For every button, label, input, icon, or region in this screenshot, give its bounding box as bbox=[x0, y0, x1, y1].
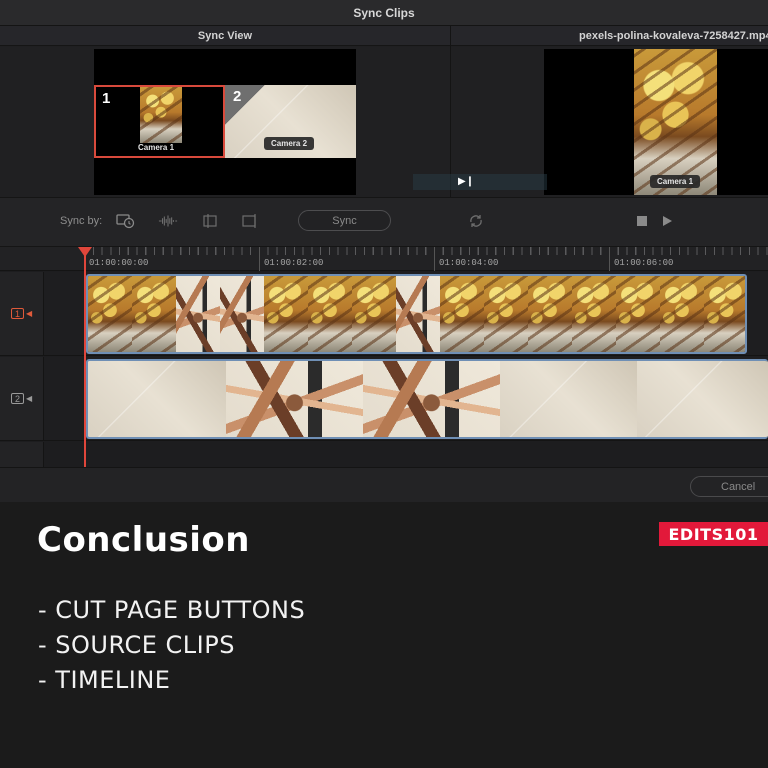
preview-camera-label: Camera 1 bbox=[650, 175, 701, 188]
play-icon[interactable] bbox=[657, 212, 677, 230]
track-1-number: 1 bbox=[11, 308, 24, 319]
angle-2-number: 2 bbox=[233, 88, 242, 105]
bullet-item: - TIMELINE bbox=[38, 666, 171, 694]
timecode-label: 01:00:06:00 bbox=[614, 258, 674, 268]
waveform-sync-icon[interactable] bbox=[158, 212, 178, 230]
bullet-item: - CUT PAGE BUTTONS bbox=[38, 596, 306, 624]
brand-logo: EDITS101 bbox=[659, 522, 768, 546]
sync-view-header: Sync View bbox=[0, 26, 450, 46]
ruler-major-tick bbox=[609, 247, 610, 271]
ruler-corner bbox=[0, 247, 84, 271]
clip-frame bbox=[616, 276, 660, 352]
sync-clips-window: Sync Clips Sync View pexels-polina-koval… bbox=[0, 0, 768, 502]
skip-to-end-icon[interactable]: ▶❙ bbox=[458, 176, 474, 187]
playhead-handle[interactable] bbox=[78, 247, 92, 257]
angle-1-thumbnail[interactable]: 1 Camera 1 bbox=[94, 85, 225, 158]
track-2-speaker-icon: ◀ bbox=[26, 394, 33, 403]
clip-frame bbox=[528, 276, 572, 352]
dialog-footer: Cancel bbox=[0, 467, 768, 502]
clip-frame bbox=[572, 276, 616, 352]
camera-1-image bbox=[140, 87, 182, 143]
ruler-major-tick bbox=[259, 247, 260, 271]
clip-frame bbox=[363, 361, 500, 437]
clip-frame bbox=[176, 276, 220, 352]
track-2-gap bbox=[44, 357, 84, 441]
timecode-ruler[interactable]: 01:00:00:00 01:00:02:00 01:00:04:00 01:0… bbox=[84, 247, 768, 271]
track-1-clip[interactable] bbox=[86, 274, 747, 354]
clip-frame bbox=[484, 276, 528, 352]
sync-timeline: 01:00:00:00 01:00:02:00 01:00:04:00 01:0… bbox=[0, 247, 768, 467]
viewer-overlay-bar bbox=[413, 174, 547, 190]
bullet-item: - SOURCE CLIPS bbox=[38, 631, 235, 659]
clip-frame bbox=[500, 361, 637, 437]
angle-2-shadow bbox=[225, 85, 265, 125]
track-1-header[interactable]: 1 ◀ bbox=[0, 272, 44, 356]
clip-frame bbox=[660, 276, 704, 352]
sync-controls-bar: Sync by: Sync bbox=[0, 197, 768, 247]
clip-frame bbox=[220, 276, 264, 352]
clip-frame bbox=[396, 276, 440, 352]
track-2-clip[interactable] bbox=[86, 359, 768, 439]
clip-frame bbox=[264, 276, 308, 352]
playhead[interactable] bbox=[84, 247, 86, 469]
swap-icon[interactable] bbox=[466, 212, 486, 230]
track-empty-header bbox=[0, 442, 44, 467]
clip-frame bbox=[226, 361, 363, 437]
ruler-ticks bbox=[84, 247, 768, 255]
timecode-label: 01:00:02:00 bbox=[264, 258, 324, 268]
track-1-gap bbox=[44, 272, 84, 356]
conclusion-heading: Conclusion bbox=[37, 520, 250, 560]
clip-frame bbox=[440, 276, 484, 352]
timecode-label: 01:00:00:00 bbox=[89, 258, 149, 268]
angle-2-thumbnail[interactable]: 2 Camera 2 bbox=[225, 85, 356, 158]
cancel-button[interactable]: Cancel bbox=[690, 476, 768, 497]
in-point-sync-icon[interactable] bbox=[200, 212, 220, 230]
out-point-sync-icon[interactable] bbox=[241, 212, 261, 230]
clip-frame bbox=[704, 276, 745, 352]
clip-name-header: pexels-polina-kovaleva-7258427.mp4 bbox=[451, 26, 768, 46]
preview-image bbox=[634, 49, 717, 195]
angle-2-label: Camera 2 bbox=[264, 137, 315, 150]
angle-1-number: 1 bbox=[102, 90, 111, 107]
timecode-sync-icon[interactable] bbox=[116, 212, 136, 230]
track-1-speaker-icon: ◀ bbox=[26, 309, 33, 318]
track-2-header[interactable]: 2 ◀ bbox=[0, 357, 44, 441]
track-2-number: 2 bbox=[11, 393, 24, 404]
window-title: Sync Clips bbox=[0, 0, 768, 26]
clip-frame bbox=[88, 276, 132, 352]
clip-frame bbox=[637, 361, 768, 437]
clip-frame bbox=[88, 361, 226, 437]
timecode-label: 01:00:04:00 bbox=[439, 258, 499, 268]
sync-by-label: Sync by: bbox=[60, 215, 103, 227]
clip-frame bbox=[352, 276, 396, 352]
clip-frame bbox=[308, 276, 352, 352]
sync-button[interactable]: Sync bbox=[298, 210, 391, 231]
angle-1-label: Camera 1 bbox=[138, 143, 175, 152]
sync-view-viewer: 1 Camera 1 2 Camera 2 bbox=[0, 47, 450, 197]
clip-frame bbox=[132, 276, 176, 352]
ruler-major-tick bbox=[434, 247, 435, 271]
stop-icon[interactable] bbox=[632, 212, 652, 230]
